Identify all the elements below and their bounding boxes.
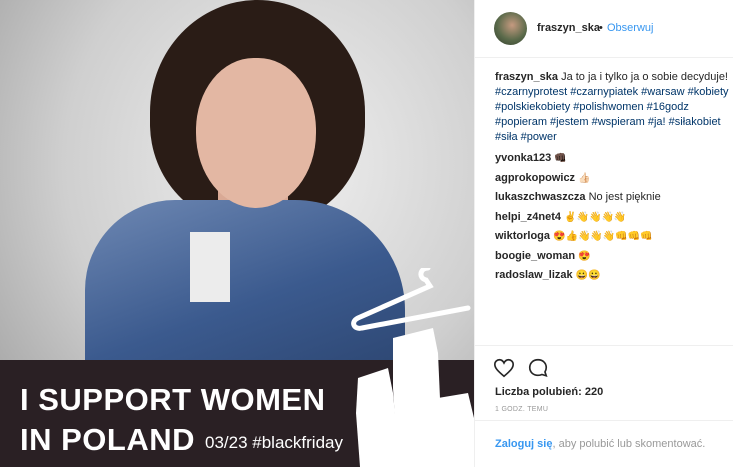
comment-row: helpi_z4net4 ✌👋👋👋👋 xyxy=(495,210,730,230)
comment-emoji: ✌👋👋👋👋 xyxy=(564,211,627,223)
comment-text: No jest pięknie xyxy=(588,191,661,203)
photo-face xyxy=(196,58,316,208)
comment-row: yvonka123 👊🏿 xyxy=(495,151,730,171)
comment-user[interactable]: yvonka123 xyxy=(495,152,551,164)
caption-user[interactable]: fraszyn_ska xyxy=(495,71,558,83)
comment-row: lukaszchwaszcza No jest pięknie xyxy=(495,190,730,210)
comment-emoji: 👊🏿 xyxy=(554,153,567,164)
comment-row: boogie_woman 😍 xyxy=(495,249,730,269)
photo-collar xyxy=(190,232,230,302)
caption-text: Ja to ja i tylko ja o sobie decyduje! xyxy=(561,71,728,83)
post-sidebar: fraszyn_ska • Obserwuj fraszyn_ska Ja to… xyxy=(474,0,733,467)
comment-emoji: 😀😀 xyxy=(575,270,601,281)
header-separator: • xyxy=(599,22,603,34)
comment-user[interactable]: lukaszchwaszcza xyxy=(495,191,586,203)
banner-subtext: 03/23 #blackfriday xyxy=(205,433,343,452)
avatar[interactable] xyxy=(494,12,527,45)
post-actions: Liczba polubień: 220 1 GODZ. TEMU xyxy=(475,345,733,417)
comment-row: wiktorloga 😍👍👋👋👋👊👊👊 xyxy=(495,229,730,249)
login-prompt: Zaloguj się, aby polubić lub skomentować… xyxy=(475,420,733,467)
post-header: fraszyn_ska • Obserwuj xyxy=(475,0,733,58)
comment-user[interactable]: helpi_z4net4 xyxy=(495,211,561,223)
login-link[interactable]: Zaloguj się xyxy=(495,438,552,450)
post-timestamp[interactable]: 1 GODZ. TEMU xyxy=(495,406,548,413)
likes-count[interactable]: Liczba polubień: 220 xyxy=(495,386,603,398)
comment-row: radoslaw_lizak 😀😀 xyxy=(495,268,730,288)
follow-button[interactable]: Obserwuj xyxy=(607,22,653,34)
comment-row: agprokopowicz 👍🏻 xyxy=(495,171,730,191)
comment-emoji: 😍👍👋👋👋👊👊👊 xyxy=(553,231,653,242)
comment-user[interactable]: agprokopowicz xyxy=(495,172,575,184)
comments-list: fraszyn_ska Ja to ja i tylko ja o sobie … xyxy=(495,70,730,288)
comment-emoji: 😍 xyxy=(578,250,591,262)
comment-icon[interactable] xyxy=(527,357,549,379)
header-username[interactable]: fraszyn_ska xyxy=(537,22,600,34)
banner-line2: IN POLAND xyxy=(20,422,195,457)
caption-hashtags[interactable]: #czarnyprotest #czarnypiatek #warsaw #ko… xyxy=(495,86,729,143)
comment-user[interactable]: boogie_woman xyxy=(495,250,575,262)
comment-user[interactable]: wiktorloga xyxy=(495,230,550,242)
login-text: Zaloguj się, aby polubić lub skomentować… xyxy=(495,437,725,451)
hanger-fists-graphic xyxy=(351,268,474,467)
comment-user[interactable]: radoslaw_lizak xyxy=(495,269,573,281)
caption: fraszyn_ska Ja to ja i tylko ja o sobie … xyxy=(495,70,730,145)
banner-line1: I SUPPORT WOMEN xyxy=(20,382,326,417)
login-rest: , aby polubić lub skomentować. xyxy=(552,438,706,450)
comment-emoji: 👍🏻 xyxy=(578,172,591,184)
heart-icon[interactable] xyxy=(493,357,515,379)
